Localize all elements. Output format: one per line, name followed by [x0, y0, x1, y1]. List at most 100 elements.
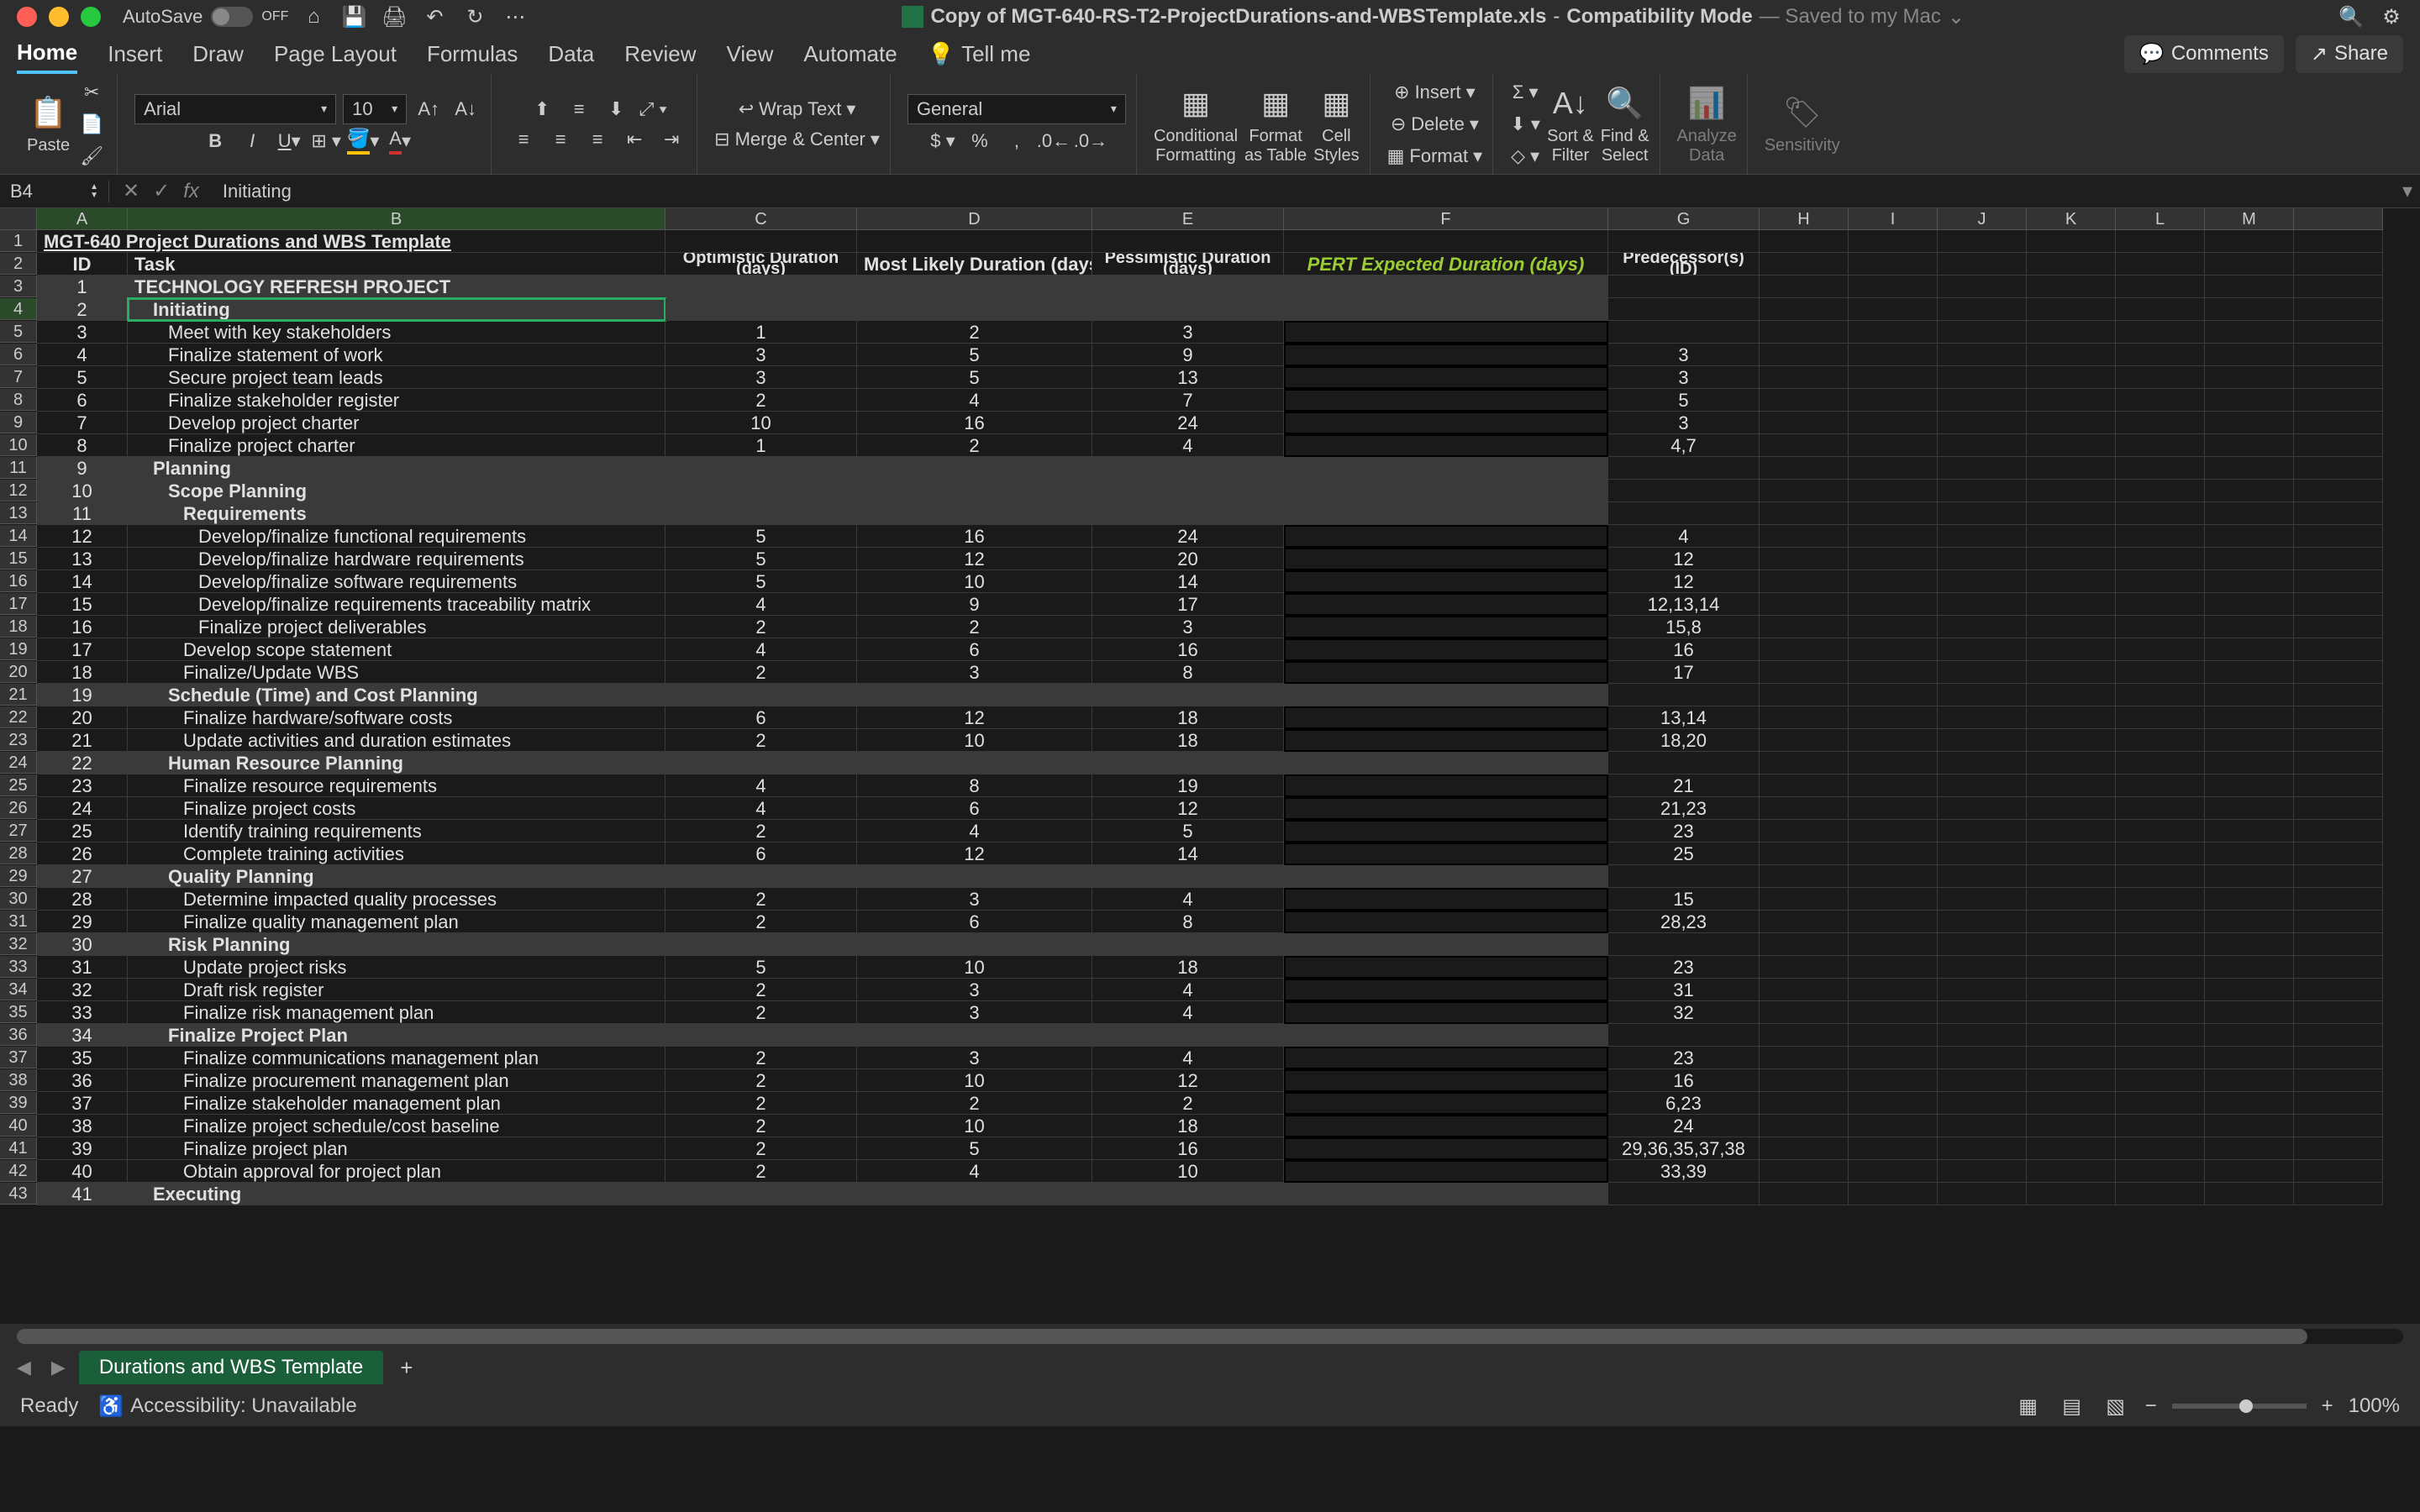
- name-box[interactable]: B4▲▼: [0, 181, 109, 202]
- name-box-stepper[interactable]: ▲▼: [90, 183, 98, 200]
- cell[interactable]: [1760, 276, 1849, 298]
- cell[interactable]: [2116, 276, 2205, 298]
- cell[interactable]: 29: [37, 911, 128, 933]
- row-header[interactable]: 11: [0, 457, 37, 479]
- cell[interactable]: Planning: [128, 457, 666, 480]
- cell[interactable]: [857, 865, 1092, 888]
- cell[interactable]: 3: [1092, 616, 1284, 638]
- row-header[interactable]: 31: [0, 911, 37, 932]
- cell[interactable]: Quality Planning: [128, 865, 666, 888]
- cell[interactable]: [1092, 457, 1284, 480]
- cell[interactable]: 2: [666, 729, 857, 752]
- cell[interactable]: [1849, 570, 1938, 593]
- currency-icon[interactable]: $ ▾: [928, 128, 958, 155]
- cell[interactable]: [1608, 684, 1760, 706]
- cell[interactable]: [1284, 797, 1608, 820]
- cell[interactable]: [2116, 729, 2205, 752]
- cell[interactable]: 2: [666, 911, 857, 933]
- cell[interactable]: [1849, 797, 1938, 820]
- cell[interactable]: 4: [666, 797, 857, 820]
- cell[interactable]: 8: [37, 434, 128, 457]
- cell[interactable]: [1760, 911, 1849, 933]
- close-window-button[interactable]: [17, 7, 37, 27]
- cell[interactable]: 38: [37, 1115, 128, 1137]
- cell[interactable]: [1284, 752, 1608, 774]
- cell[interactable]: 10: [1092, 1160, 1284, 1183]
- cell[interactable]: [1284, 729, 1608, 752]
- cell[interactable]: [2027, 230, 2116, 253]
- cell[interactable]: [2205, 979, 2294, 1001]
- cell[interactable]: [1849, 1160, 1938, 1183]
- cell[interactable]: [2116, 843, 2205, 865]
- cell[interactable]: 10: [857, 956, 1092, 979]
- row-header[interactable]: 21: [0, 684, 37, 706]
- cell[interactable]: [1760, 321, 1849, 344]
- cell[interactable]: [2294, 933, 2383, 956]
- cell[interactable]: [1938, 570, 2027, 593]
- cell[interactable]: 2: [666, 1115, 857, 1137]
- cell[interactable]: [2294, 525, 2383, 548]
- title-chevron-icon[interactable]: ⌄: [1948, 5, 1965, 29]
- cell[interactable]: [2116, 752, 2205, 774]
- cell[interactable]: [2027, 276, 2116, 298]
- cell[interactable]: Develop/finalize functional requirements: [128, 525, 666, 548]
- cell[interactable]: [2294, 298, 2383, 321]
- column-header[interactable]: K: [2027, 208, 2116, 230]
- cell[interactable]: [2116, 253, 2205, 276]
- cell[interactable]: [1938, 457, 2027, 480]
- fill-icon[interactable]: ⬇ ▾: [1510, 111, 1540, 138]
- cell[interactable]: [2116, 774, 2205, 797]
- cell[interactable]: [2205, 1092, 2294, 1115]
- cell[interactable]: [2027, 434, 2116, 457]
- cell[interactable]: [1760, 1160, 1849, 1183]
- cell[interactable]: 3: [857, 1001, 1092, 1024]
- cell[interactable]: [2294, 208, 2383, 230]
- cell[interactable]: [1284, 888, 1608, 911]
- cell[interactable]: [2205, 888, 2294, 911]
- cell[interactable]: [2027, 321, 2116, 344]
- row-header[interactable]: 13: [0, 502, 37, 524]
- cell[interactable]: Finalize risk management plan: [128, 1001, 666, 1024]
- cell[interactable]: Develop/finalize software requirements: [128, 570, 666, 593]
- cell[interactable]: [1938, 1001, 2027, 1024]
- cell[interactable]: 37: [37, 1092, 128, 1115]
- cell[interactable]: 6: [666, 843, 857, 865]
- cell[interactable]: [1284, 593, 1608, 616]
- cell[interactable]: [1760, 457, 1849, 480]
- cell[interactable]: [1092, 480, 1284, 502]
- cell[interactable]: [2205, 797, 2294, 820]
- cell[interactable]: 12: [1608, 548, 1760, 570]
- row-header[interactable]: 26: [0, 797, 37, 819]
- cell[interactable]: [1938, 888, 2027, 911]
- cell[interactable]: 18,20: [1608, 729, 1760, 752]
- cell[interactable]: [1760, 344, 1849, 366]
- zoom-slider[interactable]: [2172, 1404, 2307, 1409]
- cell[interactable]: 6: [857, 797, 1092, 820]
- cell[interactable]: [2205, 729, 2294, 752]
- cell[interactable]: [666, 1183, 857, 1205]
- cell[interactable]: [2027, 570, 2116, 593]
- autosave-switch[interactable]: [211, 7, 253, 27]
- cell[interactable]: [1938, 1160, 2027, 1183]
- save-icon[interactable]: 💾: [342, 5, 366, 29]
- cell[interactable]: 28: [37, 888, 128, 911]
- cell[interactable]: [1760, 684, 1849, 706]
- cell[interactable]: [1092, 752, 1284, 774]
- cell[interactable]: 17: [1092, 593, 1284, 616]
- cell[interactable]: [2294, 1024, 2383, 1047]
- cell[interactable]: [1849, 865, 1938, 888]
- cell[interactable]: 9: [1092, 344, 1284, 366]
- cell[interactable]: 15,8: [1608, 616, 1760, 638]
- cell[interactable]: [1284, 865, 1608, 888]
- decrease-font-icon[interactable]: A↓: [450, 96, 481, 123]
- cell[interactable]: [1760, 570, 1849, 593]
- cell[interactable]: 26: [37, 843, 128, 865]
- cell[interactable]: [1284, 1001, 1608, 1024]
- cell[interactable]: [1760, 956, 1849, 979]
- minimize-window-button[interactable]: [49, 7, 69, 27]
- cell[interactable]: [1760, 1137, 1849, 1160]
- cell[interactable]: [2205, 366, 2294, 389]
- cell[interactable]: [1284, 1024, 1608, 1047]
- cell[interactable]: [1849, 457, 1938, 480]
- cell[interactable]: [1938, 548, 2027, 570]
